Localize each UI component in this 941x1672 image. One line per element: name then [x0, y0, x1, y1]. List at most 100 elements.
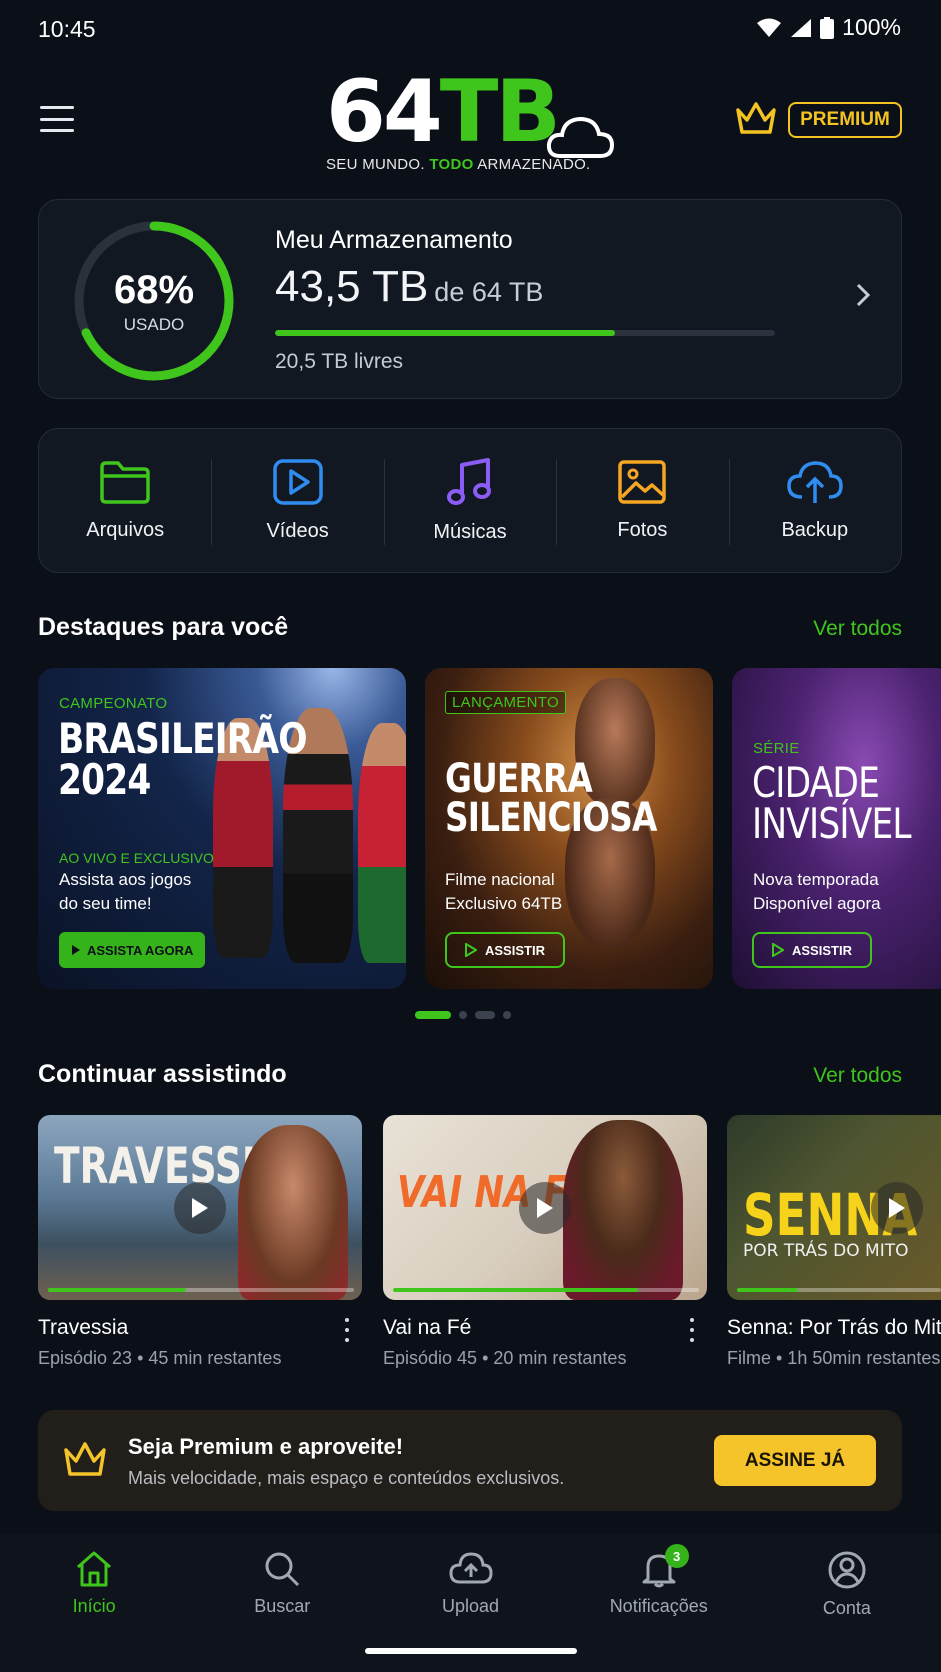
- play-icon: [889, 1197, 905, 1218]
- nav-label: Buscar: [254, 1596, 311, 1616]
- see-all-highlights[interactable]: Ver todos: [813, 617, 902, 641]
- quick-access-arquivos[interactable]: Arquivos: [39, 429, 211, 572]
- notification-badge: 3: [664, 1544, 689, 1568]
- nav-label: Início: [72, 1596, 116, 1616]
- see-all-continue[interactable]: Ver todos: [813, 1064, 902, 1088]
- highlight-description: Assista aos jogos do seu time!: [59, 870, 192, 913]
- play-icon: [72, 945, 80, 955]
- nav-item-home[interactable]: Início: [0, 1544, 188, 1672]
- button-label: ASSISTA AGORA: [87, 942, 194, 958]
- cloud-icon: [546, 116, 615, 158]
- quick-access-label: Músicas: [433, 521, 507, 543]
- continue-item-senna[interactable]: SENNA POR TRÁS DO MITO Senna: Por Trás d…: [727, 1115, 941, 1369]
- section-title-continue: Continuar assistindo: [38, 1060, 287, 1088]
- item-title: Vai na Fé: [383, 1316, 472, 1339]
- nav-item-account[interactable]: Conta: [753, 1544, 941, 1672]
- continue-item-travessia[interactable]: TRAVESSIA Travessia Episódio 23 • 45 min…: [38, 1115, 362, 1369]
- highlight-card-guerra-silenciosa[interactable]: LANÇAMENTO GUERRA SILENCIOSA Filme nacio…: [425, 668, 713, 989]
- carousel-pagination: [415, 1011, 511, 1019]
- crown-icon: [64, 1442, 106, 1476]
- status-icons: 100%: [756, 14, 901, 41]
- play-icon: [192, 1197, 208, 1218]
- highlight-tag: SÉRIE: [753, 740, 800, 757]
- play-icon: [465, 943, 477, 957]
- tagline-part: SEU MUNDO.: [326, 156, 430, 173]
- wifi-icon: [757, 18, 782, 37]
- pagination-dot[interactable]: [475, 1011, 495, 1019]
- quick-access-videos[interactable]: Vídeos: [211, 429, 383, 572]
- highlight-headline: BRASILEIRÃO 2024: [58, 714, 308, 805]
- highlight-card-cidade-invisivel[interactable]: SÉRIE CIDADE INVISÍVEL Nova temporada Di…: [732, 668, 941, 989]
- more-options-icon[interactable]: [344, 1318, 350, 1342]
- storage-total: de 64 TB: [434, 277, 544, 307]
- item-title: Travessia: [38, 1316, 129, 1339]
- thumbnail[interactable]: TRAVESSIA: [38, 1115, 362, 1300]
- pagination-dot[interactable]: [459, 1011, 467, 1019]
- nav-label: Notificações: [609, 1596, 708, 1616]
- play-button[interactable]: [871, 1181, 923, 1234]
- play-icon: [537, 1197, 553, 1218]
- storage-title: Meu Armazenamento: [275, 226, 513, 254]
- home-indicator: [365, 1648, 577, 1654]
- play-icon: [772, 943, 784, 957]
- crown-icon[interactable]: [734, 100, 778, 138]
- highlight-card-brasileirao[interactable]: CAMPEONATO BRASILEIRÃO 2024 AO VIVO E EX…: [38, 668, 406, 989]
- nav-label: Upload: [441, 1596, 500, 1616]
- thumbnail[interactable]: SENNA POR TRÁS DO MITO: [727, 1115, 941, 1300]
- quick-access-label: Backup: [781, 519, 849, 541]
- watch-progress: [737, 1288, 941, 1292]
- pagination-dot[interactable]: [503, 1011, 511, 1019]
- cloud-upload-icon: [448, 1552, 493, 1584]
- tagline-part: TODO: [429, 156, 474, 173]
- battery-percent: 100%: [842, 14, 901, 40]
- search-icon: [265, 1552, 300, 1587]
- highlight-description: Filme nacional Exclusivo 64TB: [445, 870, 563, 913]
- user-icon: [828, 1551, 866, 1589]
- highlight-tag: LANÇAMENTO: [445, 691, 566, 714]
- button-label: ASSISTIR: [485, 942, 545, 958]
- highlight-headline: CIDADE INVISÍVEL: [752, 758, 912, 849]
- watch-now-button[interactable]: ASSISTA AGORA: [59, 932, 206, 968]
- storage-used: 43,5 TB: [275, 262, 429, 311]
- quick-access-label: Fotos: [617, 519, 668, 541]
- more-options-icon[interactable]: [689, 1318, 695, 1342]
- storage-card[interactable]: 68% USADO Meu Armazenamento 43,5 TB de 64…: [38, 199, 902, 399]
- watch-button[interactable]: ASSISTIR: [445, 932, 565, 968]
- play-button[interactable]: [174, 1181, 226, 1234]
- storage-progress-bar: [275, 330, 775, 336]
- menu-icon[interactable]: [40, 106, 74, 132]
- continue-item-vai-na-fe[interactable]: VAI NA FÉ Vai na Fé Episódio 45 • 20 min…: [383, 1115, 707, 1369]
- nav-item-notifications[interactable]: 3 Notificações: [565, 1544, 753, 1672]
- quick-access-backup[interactable]: Backup: [728, 429, 901, 572]
- nav-item-search[interactable]: Buscar: [188, 1544, 376, 1672]
- chevron-right-icon[interactable]: [855, 282, 871, 308]
- subscribe-button[interactable]: ASSINE JÁ: [714, 1435, 876, 1486]
- premium-button[interactable]: PREMIUM: [788, 102, 902, 138]
- quick-access-musicas[interactable]: Músicas: [383, 429, 556, 572]
- logo-white: 64: [326, 62, 443, 162]
- item-meta: Episódio 23 • 45 min restantes: [38, 1348, 282, 1368]
- promo-subtitle: Mais velocidade, mais espaço e conteúdos…: [128, 1468, 565, 1488]
- quick-access-label: Arquivos: [86, 519, 165, 541]
- storage-percent: 68%: [113, 267, 195, 312]
- storage-ring-label: 68% USADO: [71, 218, 237, 384]
- button-label: ASSISTIR: [792, 942, 852, 958]
- highlight-tag: CAMPEONATO: [59, 695, 168, 712]
- quick-access-fotos[interactable]: Fotos: [556, 429, 728, 572]
- highlight-subtag: AO VIVO E EXCLUSIVO: [59, 850, 214, 866]
- section-title-highlights: Destaques para você: [38, 613, 289, 641]
- logo-green: TB: [439, 62, 561, 162]
- quick-access-bar: Arquivos Vídeos Músicas Fotos Backup: [38, 428, 902, 573]
- thumbnail[interactable]: VAI NA FÉ: [383, 1115, 707, 1300]
- premium-banner: Seja Premium e aproveite! Mais velocidad…: [38, 1410, 902, 1511]
- storage-free: 20,5 TB livres: [275, 350, 403, 373]
- battery-icon: [820, 16, 835, 39]
- signal-icon: [791, 18, 812, 37]
- highlight-headline: GUERRA SILENCIOSA: [445, 756, 657, 842]
- folder-icon: [100, 461, 150, 504]
- watch-button[interactable]: ASSISTIR: [752, 932, 872, 968]
- play-button[interactable]: [519, 1181, 571, 1234]
- watch-progress: [48, 1288, 354, 1292]
- watch-progress: [393, 1288, 699, 1292]
- pagination-dot-active[interactable]: [415, 1011, 451, 1019]
